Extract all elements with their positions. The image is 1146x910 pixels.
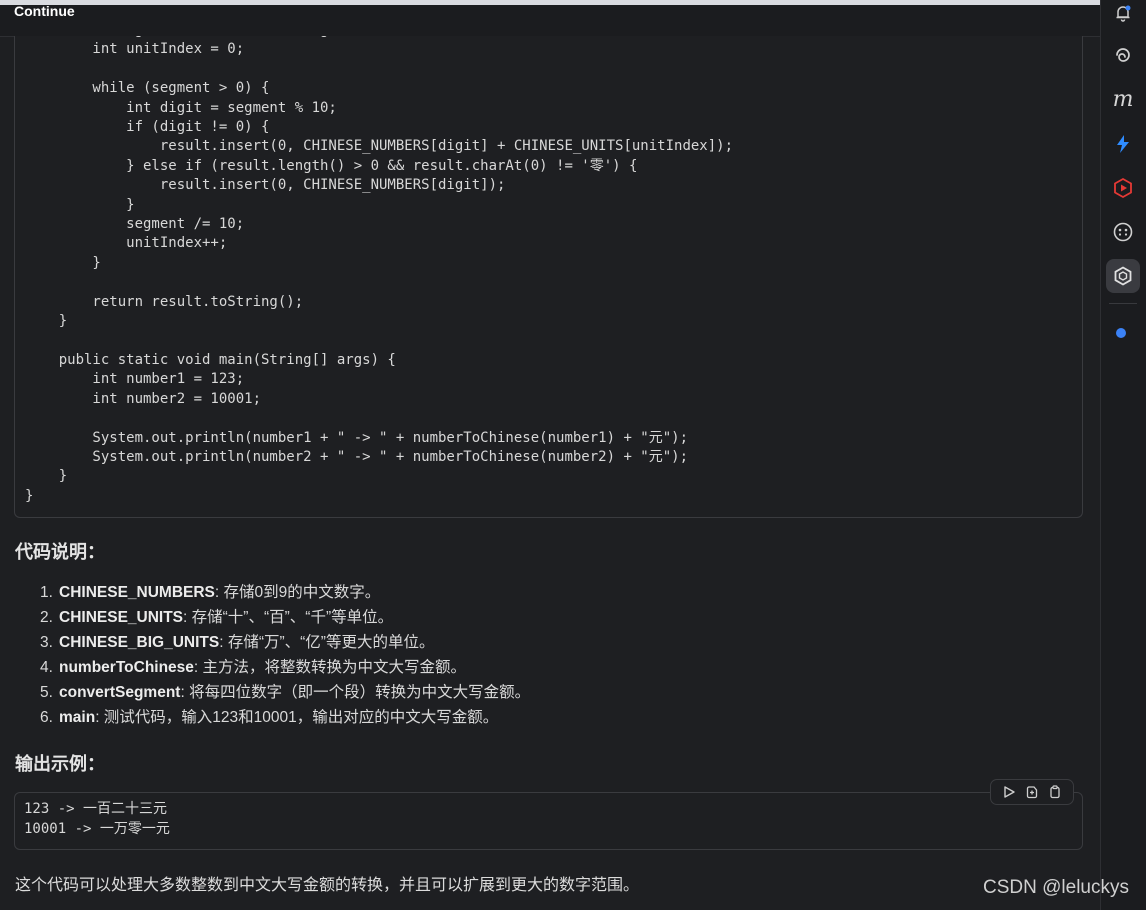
watermark: CSDN @leluckys [983,877,1129,898]
code-text: String unitNames = newStringBuilder(); i… [25,36,734,504]
panel-title: Continue [14,3,75,19]
explanation-heading: 代码说明： [15,542,105,562]
code-block: String unitNames = newStringBuilder(); i… [14,36,1083,518]
explanation-list: 1. CHINESE_NUMBERS: 存储0到9的中文数字。 2. CHINESE… [40,583,530,733]
summary-text: 这个代码可以处理大多数整数到中文大写金额的转换，并且可以扩展到更大的数字范围。 [15,877,640,894]
status-dot [1116,328,1126,338]
face-icon[interactable] [1106,215,1140,249]
sidebar-divider [1109,303,1137,304]
play-hex-icon[interactable] [1106,171,1140,205]
output-text: 123 -> 一百二十三元 10001 -> 一万零一元 [24,801,170,837]
list-item: 3. CHINESE_BIG_UNITS: 存储“万”、“亿”等更大的单位。 [40,634,435,651]
list-item: 6. main: 测试代码，输入123和10001，输出对应的中文大写金额。 [40,709,499,726]
right-sidebar: m [1100,0,1146,910]
panel-header: Continue [0,0,1146,37]
list-item: 5. convertSegment: 将每四位数字（即一个段）转换为中文大写金额。 [40,684,531,701]
output-heading: 输出示例： [15,754,105,774]
code-toolbar [990,779,1074,805]
output-code-block: 123 -> 一百二十三元 10001 -> 一万零一元 [14,792,1083,850]
insert-icon[interactable] [1023,783,1041,801]
copy-icon[interactable] [1046,783,1064,801]
spiral-icon[interactable] [1106,39,1140,73]
list-item: 4. numberToChinese: 主方法，将整数转换为中文大写金额。 [40,659,467,676]
play-icon[interactable] [1000,783,1018,801]
bell-icon[interactable] [1106,0,1140,30]
list-item: 2. CHINESE_UNITS: 存储“十”、“百”、“千”等单位。 [40,609,394,626]
list-item: 1. CHINESE_NUMBERS: 存储0到9的中文数字。 [40,584,381,601]
window-edge [0,0,1146,5]
m-icon[interactable]: m [1106,82,1140,116]
lightning-icon[interactable] [1106,127,1140,161]
continue-icon[interactable] [1106,259,1140,293]
